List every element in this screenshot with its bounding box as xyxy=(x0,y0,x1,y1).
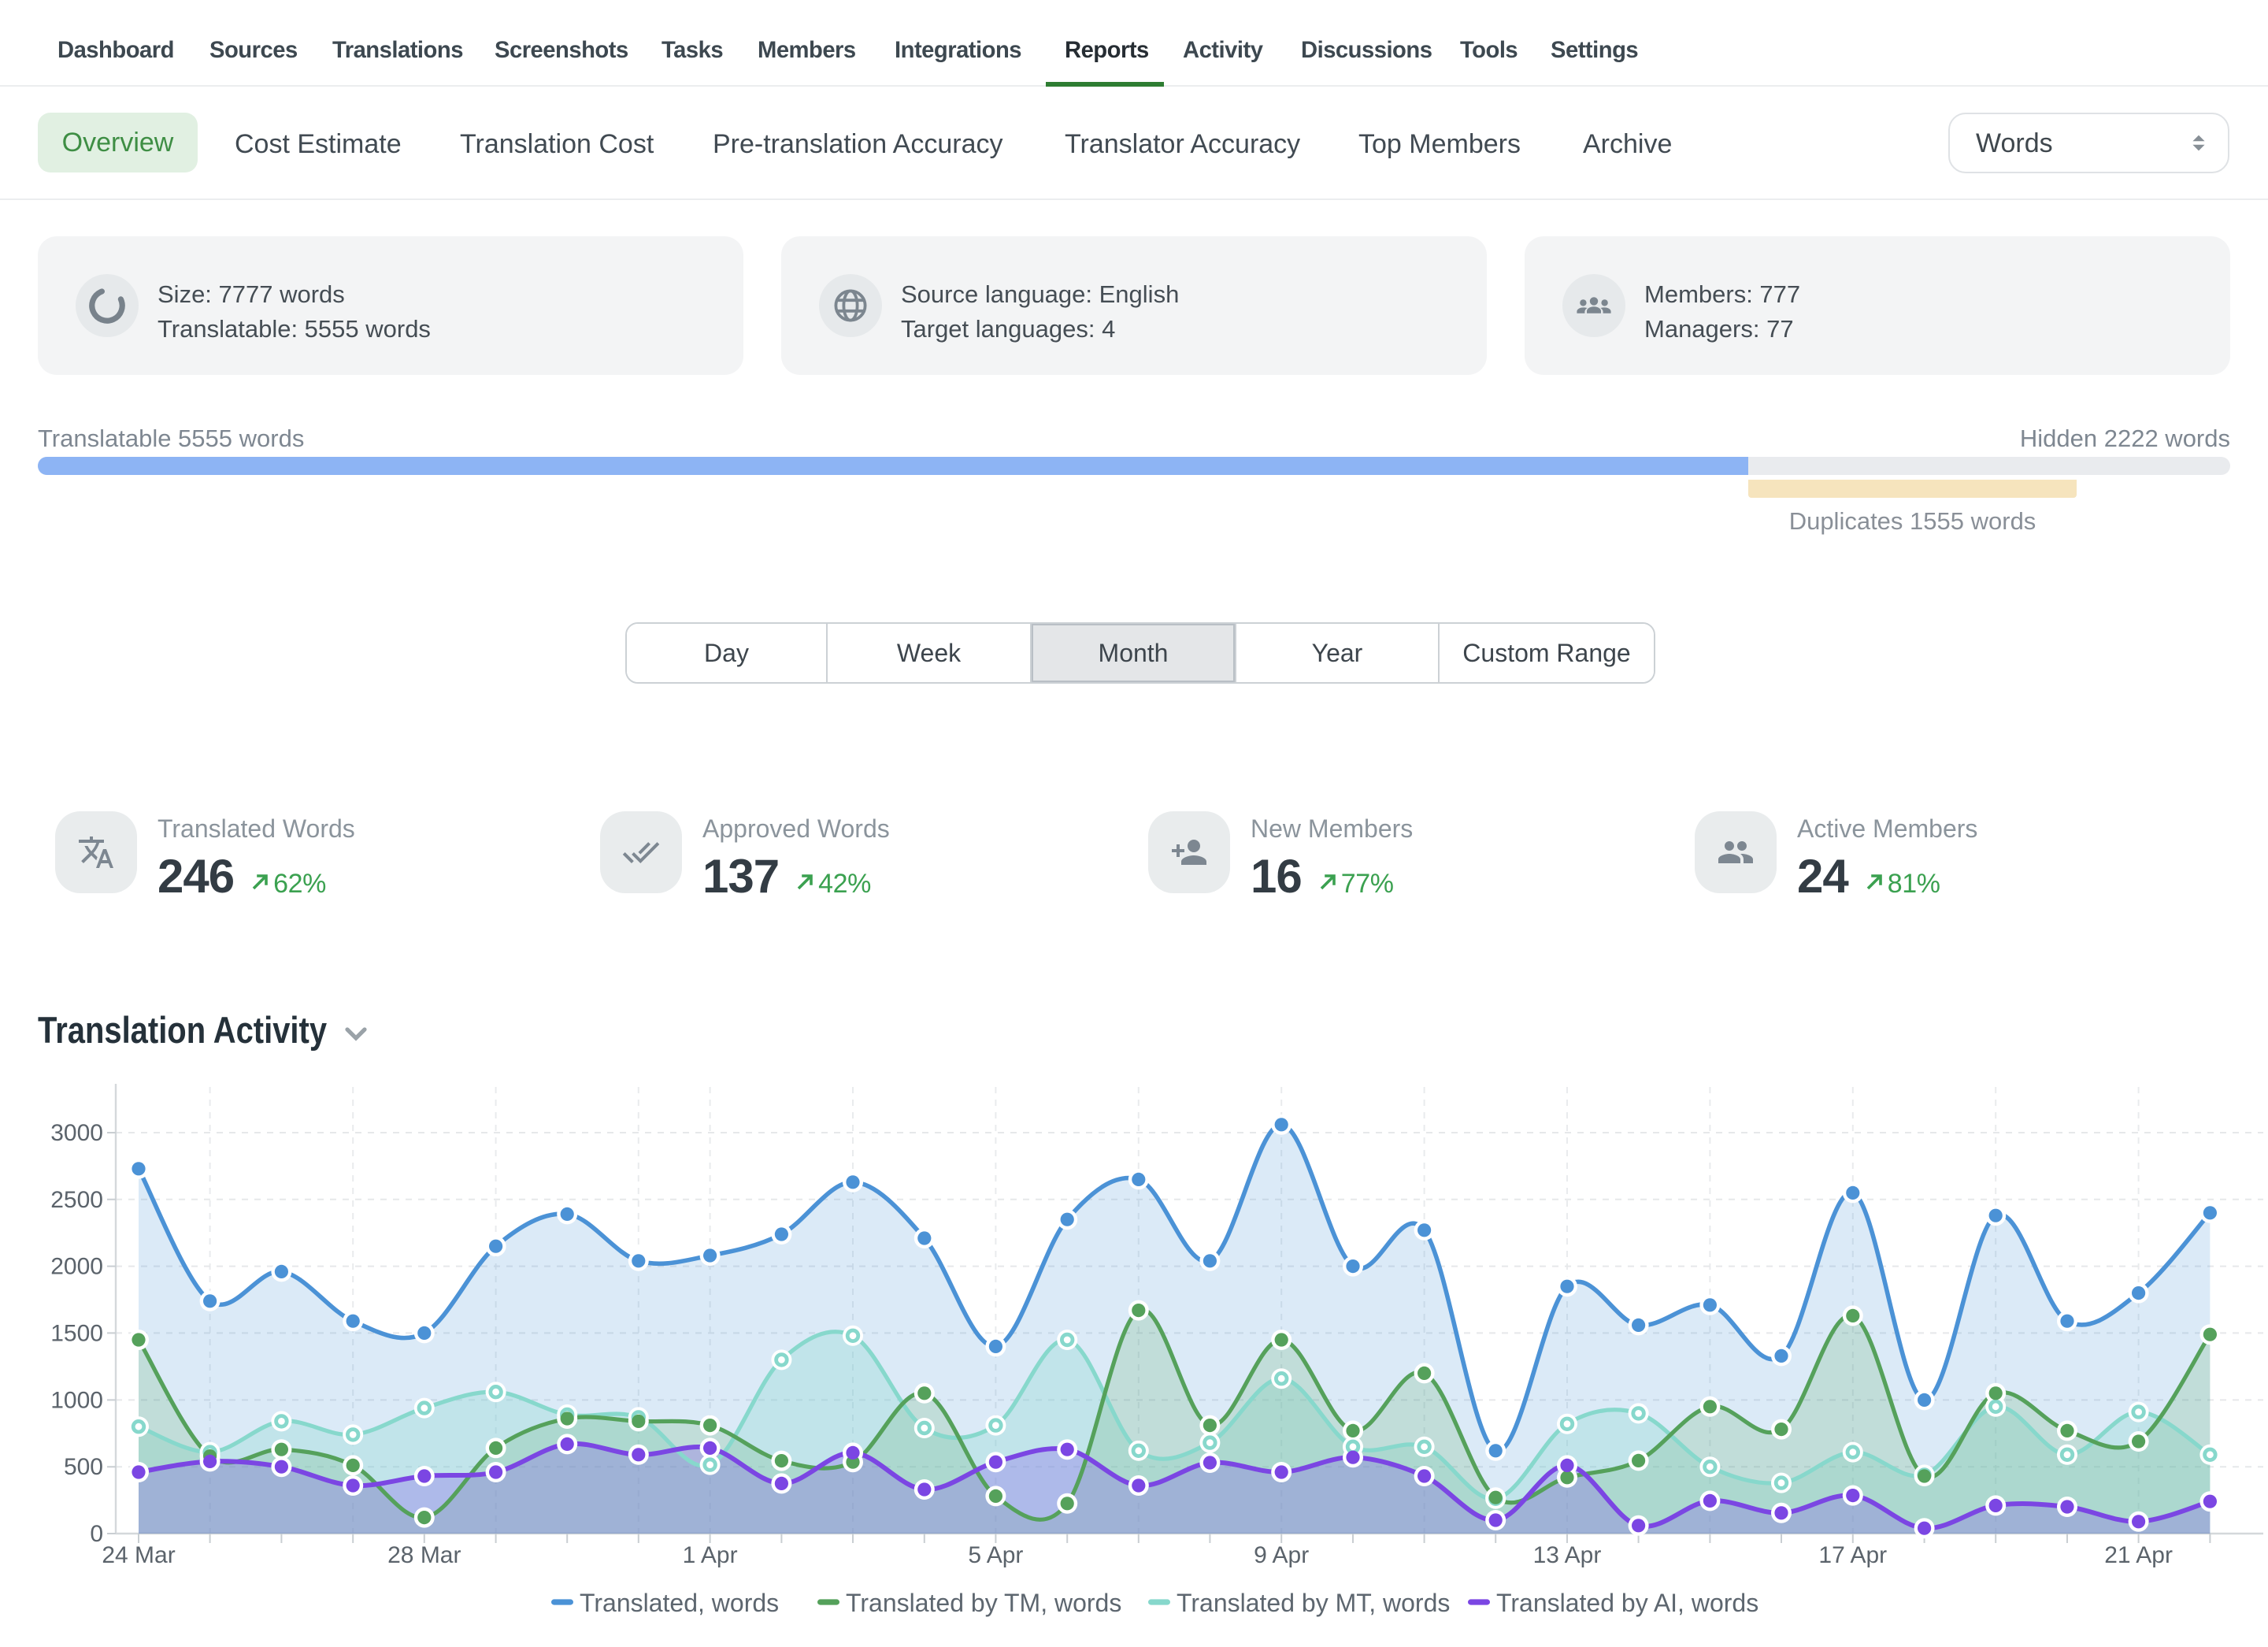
svg-text:2500: 2500 xyxy=(50,1187,103,1213)
svg-text:28 Mar: 28 Mar xyxy=(387,1542,461,1568)
svg-text:1500: 1500 xyxy=(50,1320,103,1346)
svg-text:21 Apr: 21 Apr xyxy=(2104,1542,2173,1568)
svg-text:2000: 2000 xyxy=(50,1254,103,1280)
svg-text:24 Mar: 24 Mar xyxy=(102,1542,175,1568)
svg-text:500: 500 xyxy=(64,1454,103,1480)
svg-text:1000: 1000 xyxy=(50,1387,103,1413)
svg-text:13 Apr: 13 Apr xyxy=(1533,1542,1602,1568)
svg-text:17 Apr: 17 Apr xyxy=(1818,1542,1887,1568)
svg-text:3000: 3000 xyxy=(50,1120,103,1146)
svg-text:Translated by TM, words: Translated by TM, words xyxy=(846,1589,1121,1617)
svg-text:1 Apr: 1 Apr xyxy=(683,1542,738,1568)
svg-text:9 Apr: 9 Apr xyxy=(1254,1542,1309,1568)
svg-text:5 Apr: 5 Apr xyxy=(968,1542,1023,1568)
svg-text:Translated by MT, words: Translated by MT, words xyxy=(1177,1589,1450,1617)
svg-text:Translated by AI, words: Translated by AI, words xyxy=(1496,1589,1758,1617)
svg-text:Translated, words: Translated, words xyxy=(580,1589,779,1617)
